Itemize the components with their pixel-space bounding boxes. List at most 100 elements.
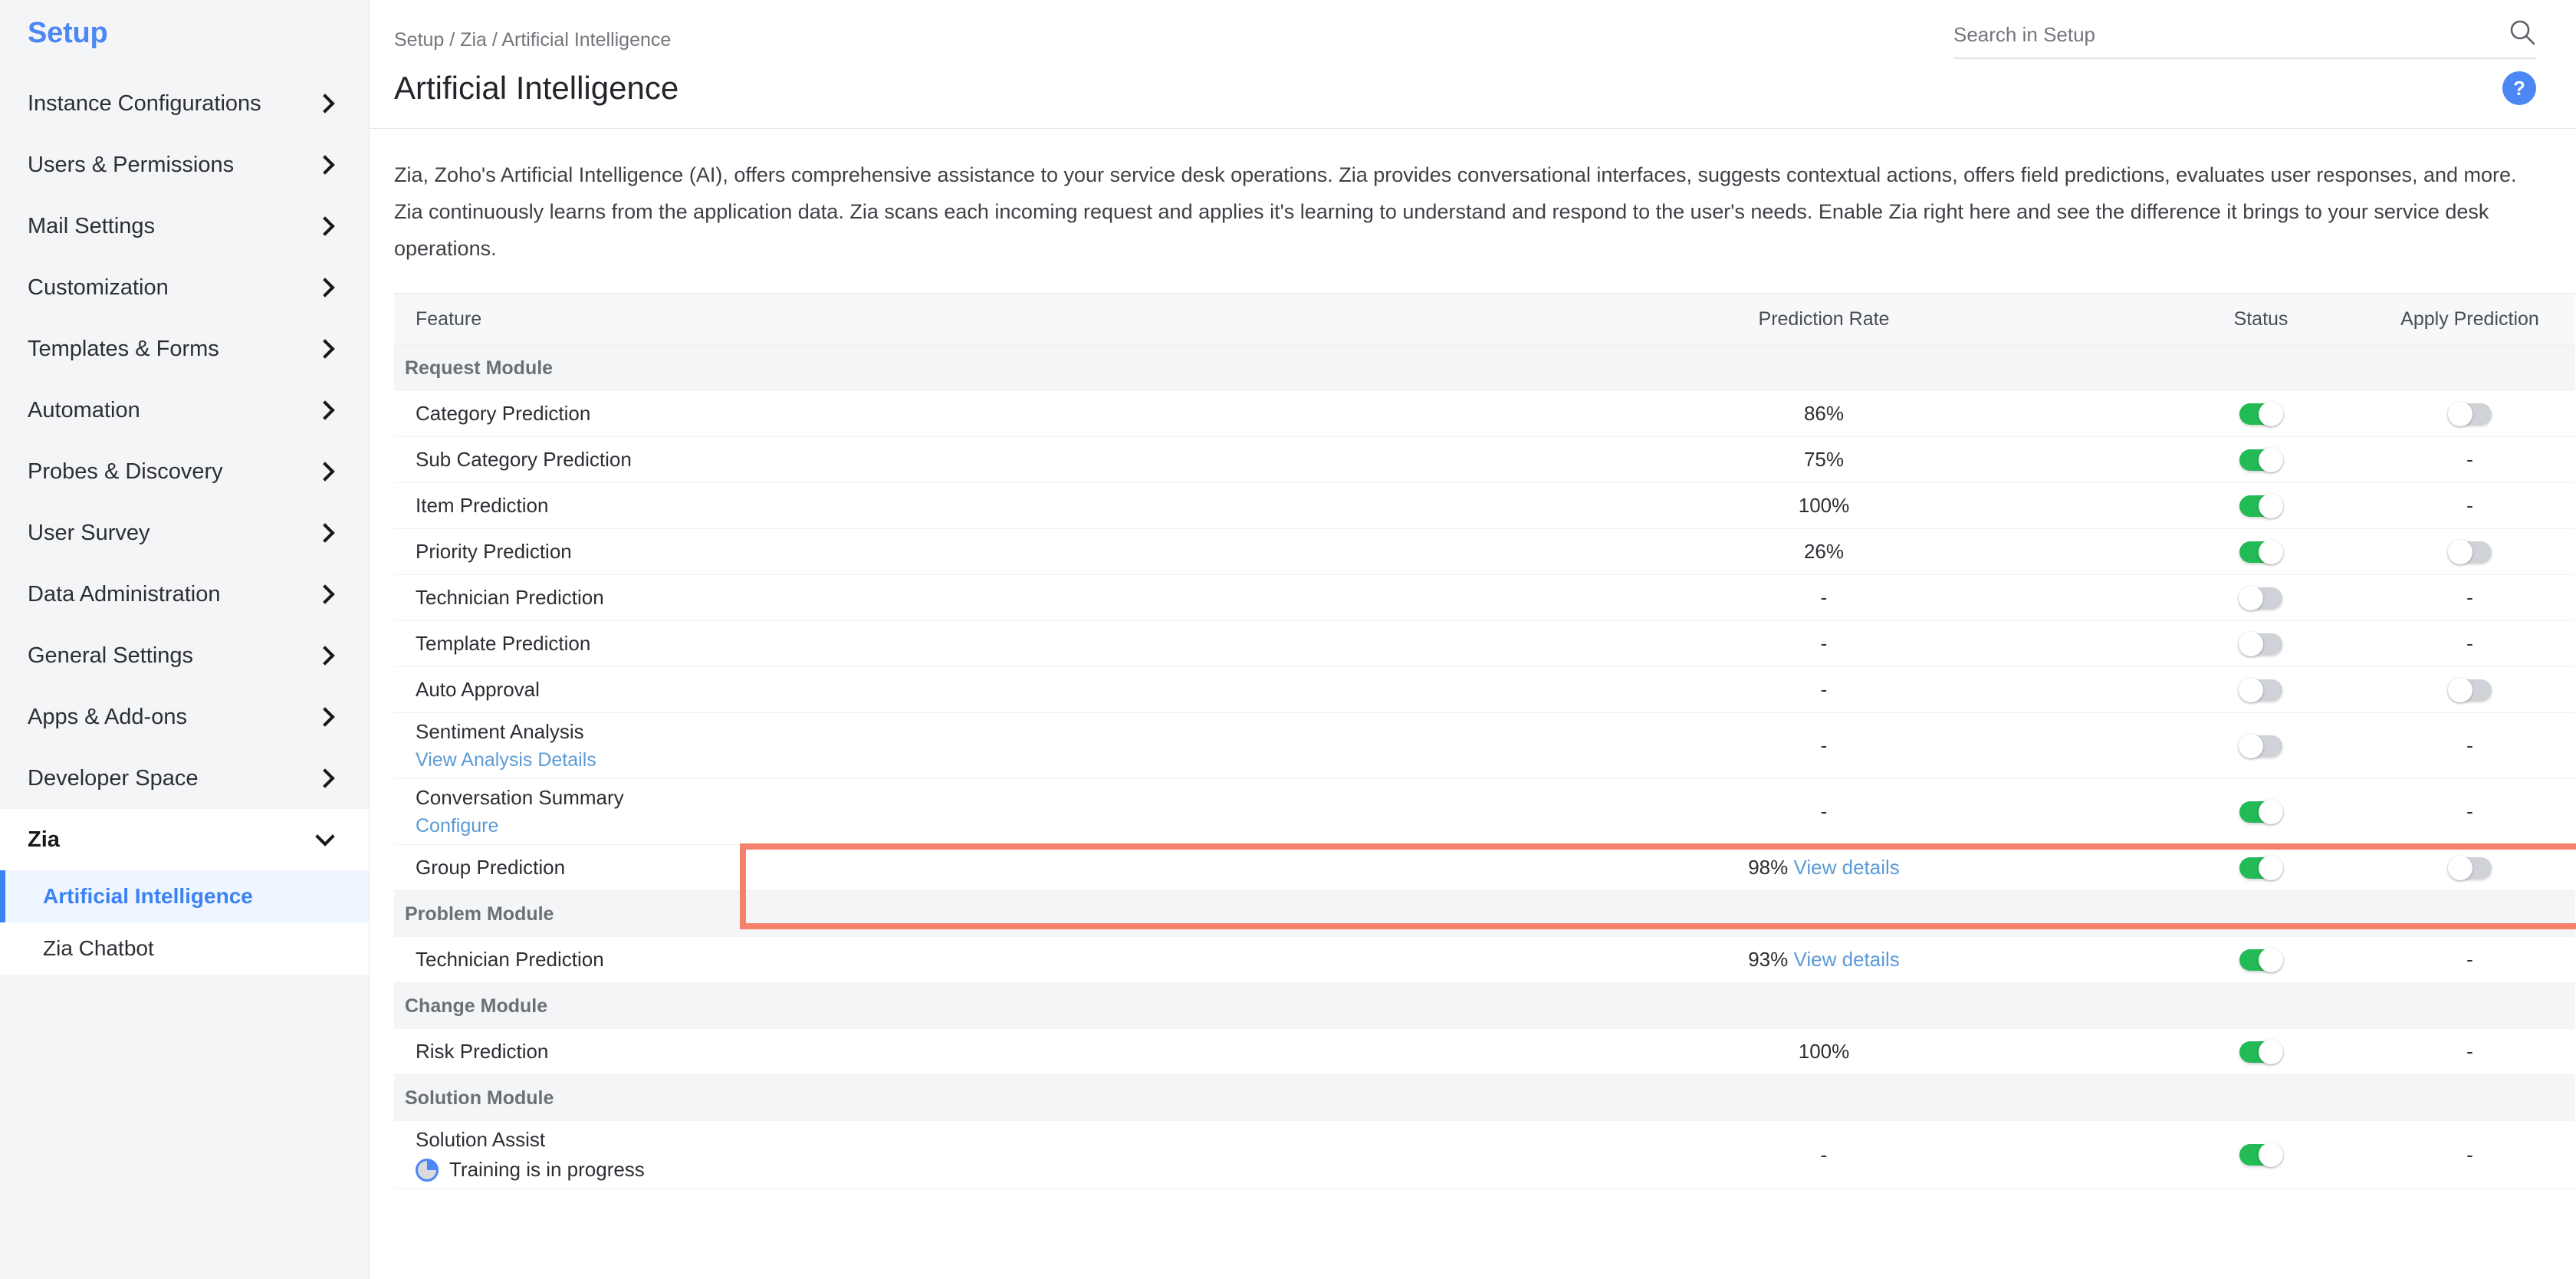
sidebar-item-automation[interactable]: Automation	[0, 380, 369, 441]
feature-name: Auto Approval	[416, 678, 1490, 702]
sidebar-item-probes-discovery[interactable]: Probes & Discovery	[0, 441, 369, 502]
search-icon[interactable]	[2509, 18, 2536, 46]
table-row: Solution AssistTraining is in progress--	[394, 1121, 2575, 1189]
cell-prediction-rate: 100%	[1490, 494, 2157, 518]
table-row: Template Prediction--	[394, 621, 2575, 667]
sidebar-item-label: Templates & Forms	[28, 337, 318, 362]
sidebar-item-zia[interactable]: Zia	[0, 809, 369, 870]
feature-name: Technician Prediction	[416, 586, 1490, 610]
toggle-knob	[2259, 1040, 2283, 1064]
cell-feature: Sentiment AnalysisView Analysis Details	[394, 720, 1490, 771]
apply-prediction-toggle[interactable]	[2449, 857, 2492, 879]
sidebar-item-data-administration[interactable]: Data Administration	[0, 564, 369, 625]
apply-prediction-toggle[interactable]	[2449, 679, 2492, 701]
toggle-knob	[2448, 540, 2472, 564]
help-icon[interactable]: ?	[2502, 71, 2536, 105]
table-group-label: Request Module	[394, 357, 1490, 380]
sidebar-item-user-survey[interactable]: User Survey	[0, 502, 369, 564]
sidebar-item-instance-configurations[interactable]: Instance Configurations	[0, 73, 369, 134]
cell-prediction-rate: -	[1490, 678, 2157, 702]
feature-sub-link[interactable]: View Analysis Details	[416, 749, 1490, 771]
cell-apply-prediction	[2364, 541, 2575, 563]
top-bar: Setup / Zia / Artificial Intelligence	[370, 0, 2576, 59]
sidebar-item-mail-settings[interactable]: Mail Settings	[0, 196, 369, 257]
view-details-link[interactable]: View details	[1794, 856, 1900, 879]
toggle-knob	[2448, 402, 2472, 426]
feature-name: Priority Prediction	[416, 540, 1490, 564]
status-toggle[interactable]	[2239, 857, 2282, 879]
feature-name: Sub Category Prediction	[416, 448, 1490, 472]
sidebar-item-zia-chatbot[interactable]: Zia Chatbot	[0, 922, 369, 975]
page-description: Zia, Zoho's Artificial Intelligence (AI)…	[370, 129, 2570, 267]
sidebar-item-apps-add-ons[interactable]: Apps & Add-ons	[0, 686, 369, 748]
sidebar-item-templates-forms[interactable]: Templates & Forms	[0, 318, 369, 380]
cell-status	[2157, 1041, 2364, 1063]
chevron-right-icon	[315, 216, 334, 235]
sidebar-item-customization[interactable]: Customization	[0, 257, 369, 318]
sidebar-item-zia-label: Zia	[28, 827, 318, 853]
status-toggle[interactable]	[2239, 403, 2282, 425]
cell-apply-prediction: -	[2364, 448, 2575, 472]
table-row: Risk Prediction100%-	[394, 1029, 2575, 1075]
feature-name: Conversation Summary	[416, 786, 1490, 810]
main-content: Setup / Zia / Artificial Intelligence Ar…	[370, 0, 2576, 1279]
cell-status	[2157, 949, 2364, 971]
prediction-rate-value: 93%	[1748, 948, 1788, 971]
sidebar-item-users-permissions[interactable]: Users & Permissions	[0, 134, 369, 196]
prediction-rate-value: -	[1821, 1143, 1828, 1166]
sidebar-item-label: Probes & Discovery	[28, 459, 318, 485]
sidebar-item-artificial-intelligence[interactable]: Artificial Intelligence	[0, 870, 369, 922]
cell-feature: Conversation Summary Configure	[394, 786, 1490, 837]
table-row: Technician Prediction93% View details-	[394, 937, 2575, 983]
features-table: Feature Prediction Rate Status Apply Pre…	[394, 293, 2575, 1189]
status-toggle[interactable]	[2239, 801, 2282, 823]
chevron-down-icon	[315, 827, 334, 846]
feature-name: Template Prediction	[416, 632, 1490, 656]
cell-status	[2157, 735, 2364, 757]
chevron-right-icon	[315, 339, 334, 358]
sidebar-item-label: Apps & Add-ons	[28, 705, 318, 730]
chevron-right-icon	[315, 768, 334, 787]
toggle-knob	[2259, 1143, 2283, 1167]
table-row: Priority Prediction26%	[394, 529, 2575, 575]
sidebar-item-zia-chatbot-label: Zia Chatbot	[43, 936, 154, 961]
toggle-knob	[2259, 856, 2283, 880]
view-details-link[interactable]: View details	[1794, 948, 1900, 971]
cell-feature: Auto Approval	[394, 678, 1490, 702]
chevron-right-icon	[315, 278, 334, 297]
sidebar-group-zia: Zia Artificial Intelligence Zia Chatbot	[0, 809, 369, 975]
table-group-row: Change Module	[394, 983, 2575, 1029]
feature-sub-link[interactable]: Configure	[416, 815, 1490, 837]
apply-prediction-toggle[interactable]	[2449, 541, 2492, 563]
status-toggle[interactable]	[2239, 679, 2282, 701]
prediction-rate-value: 98%	[1748, 856, 1788, 879]
status-toggle[interactable]	[2239, 735, 2282, 757]
apply-prediction-empty: -	[2466, 1143, 2473, 1167]
prediction-rate-value: -	[1821, 734, 1828, 757]
status-toggle[interactable]	[2239, 449, 2282, 471]
status-toggle[interactable]	[2239, 949, 2282, 971]
status-toggle[interactable]	[2239, 495, 2282, 517]
toggle-knob	[2259, 948, 2283, 972]
cell-feature: Template Prediction	[394, 632, 1490, 656]
feature-name: Solution Assist	[416, 1128, 1490, 1152]
status-toggle[interactable]	[2239, 541, 2282, 563]
status-toggle[interactable]	[2239, 1041, 2282, 1063]
table-row: Technician Prediction--	[394, 575, 2575, 621]
status-toggle[interactable]	[2239, 633, 2282, 655]
search-input[interactable]	[1953, 23, 2490, 47]
cell-apply-prediction: -	[2364, 948, 2575, 972]
column-header-feature: Feature	[394, 308, 1490, 330]
apply-prediction-empty: -	[2466, 586, 2473, 610]
cell-prediction-rate: 75%	[1490, 448, 2157, 472]
status-toggle[interactable]	[2239, 587, 2282, 609]
prediction-rate-value: -	[1821, 632, 1828, 655]
sidebar-item-developer-space[interactable]: Developer Space	[0, 748, 369, 809]
cell-feature: Risk Prediction	[394, 1040, 1490, 1064]
apply-prediction-toggle[interactable]	[2449, 403, 2492, 425]
status-toggle[interactable]	[2239, 1144, 2282, 1166]
apply-prediction-empty: -	[2466, 494, 2473, 518]
toggle-knob	[2259, 448, 2283, 472]
table-row: Conversation SummaryConfigure--	[394, 779, 2575, 845]
sidebar-item-general-settings[interactable]: General Settings	[0, 625, 369, 686]
